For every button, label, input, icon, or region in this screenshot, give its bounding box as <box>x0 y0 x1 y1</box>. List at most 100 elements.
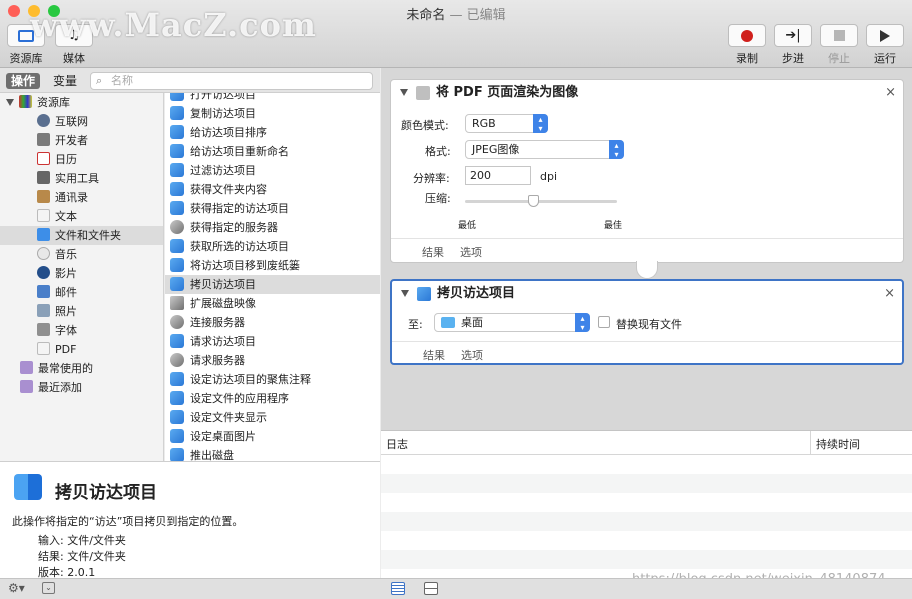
list-item[interactable]: 给访达项目排序 <box>165 123 380 142</box>
library-item-pdf[interactable]: PDF <box>0 340 163 359</box>
server-globe-icon <box>170 315 184 329</box>
list-item[interactable]: 复制访达项目 <box>165 104 380 123</box>
library-item-movies[interactable]: 影片 <box>0 264 163 283</box>
library-item-calendar[interactable]: 日历 <box>0 150 163 169</box>
options-toggle[interactable]: 选项 <box>461 347 483 363</box>
list-item[interactable]: 扩展磁盘映像 <box>165 294 380 313</box>
list-item[interactable]: 获取所选的访达项目 <box>165 237 380 256</box>
result-value: 文件/文件夹 <box>67 550 126 563</box>
list-item[interactable]: 请求服务器 <box>165 351 380 370</box>
tab-variables[interactable]: 变量 <box>48 73 82 89</box>
disk-image-icon <box>170 296 184 310</box>
mail-icon <box>37 285 50 298</box>
column-header-log[interactable]: 日志 <box>386 436 408 452</box>
close-icon[interactable]: × <box>885 80 896 105</box>
finder-icon <box>14 474 42 500</box>
library-tree: 资源库 互联网 开发者 日历 实用工具 通讯录 文本 文件和文件夹 音乐 影片 … <box>0 93 164 461</box>
action-label: 扩展磁盘映像 <box>190 297 256 310</box>
library-item-photos[interactable]: 照片 <box>0 302 163 321</box>
list-item[interactable]: 获得文件夹内容 <box>165 180 380 199</box>
action-label: 获得指定的访达项目 <box>190 202 289 215</box>
column-header-duration[interactable]: 持续时间 <box>816 436 860 452</box>
step-button[interactable]: ➔| 步进 <box>773 24 813 66</box>
finder-action-icon <box>170 239 184 253</box>
action-label: 设定文件夹显示 <box>190 411 267 424</box>
action-label: 设定文件的应用程序 <box>190 392 289 405</box>
description-pane: 拷贝访达项目 此操作将指定的“访达”项目拷贝到指定的位置。 输入: 文件/文件夹… <box>0 461 380 579</box>
library-item-utilities[interactable]: 实用工具 <box>0 169 163 188</box>
close-icon[interactable]: × <box>884 281 895 306</box>
list-item[interactable]: 将访达项目移到废纸篓 <box>165 256 380 275</box>
list-item[interactable]: 设定桌面图片 <box>165 427 380 446</box>
library-item-label: 字体 <box>55 324 77 337</box>
list-item[interactable]: 设定文件夹显示 <box>165 408 380 427</box>
calendar-icon <box>37 152 50 165</box>
results-toggle[interactable]: 结果 <box>422 244 444 260</box>
library-item-developer[interactable]: 开发者 <box>0 131 163 150</box>
split-view-icon[interactable] <box>424 582 438 595</box>
library-item-music[interactable]: 音乐 <box>0 245 163 264</box>
resolution-label: 分辨率: <box>413 172 450 185</box>
format-select[interactable]: JPEG图像 ▴ ▾ <box>465 140 624 159</box>
server-globe-icon <box>170 220 184 234</box>
format-label: 格式: <box>425 145 451 158</box>
library-item-label: 实用工具 <box>55 172 99 185</box>
hammer-icon <box>37 133 50 146</box>
smart-group-most-used[interactable]: 最常使用的 <box>0 359 163 378</box>
stop-button-label: 停止 <box>828 52 850 65</box>
tab-actions[interactable]: 操作 <box>6 73 41 89</box>
slider-knob[interactable] <box>528 195 539 207</box>
record-button[interactable]: 录制 <box>727 24 767 66</box>
library-item-text[interactable]: 文本 <box>0 207 163 226</box>
library-item-files-folders[interactable]: 文件和文件夹 <box>0 226 163 245</box>
compression-slider[interactable] <box>465 195 617 208</box>
replace-existing-checkbox[interactable] <box>598 316 610 328</box>
collapse-triangle-icon[interactable] <box>401 290 409 297</box>
list-view-icon[interactable] <box>391 582 405 595</box>
finder-icon <box>37 228 50 241</box>
finder-action-icon <box>170 144 184 158</box>
gear-icon[interactable]: ⚙▾ <box>8 581 25 595</box>
list-item[interactable]: 设定文件的应用程序 <box>165 389 380 408</box>
stop-button[interactable]: 停止 <box>819 24 859 66</box>
log-table: 日志 持续时间 <box>381 430 912 579</box>
action-label: 给访达项目排序 <box>190 126 267 139</box>
action-label: 请求访达项目 <box>190 335 256 348</box>
step-button-label: 步进 <box>782 52 804 65</box>
options-toggle[interactable]: 选项 <box>460 244 482 260</box>
list-item[interactable]: 获得指定的服务器 <box>165 218 380 237</box>
folder-icon <box>441 317 455 328</box>
list-item[interactable]: 请求访达项目 <box>165 332 380 351</box>
search-input[interactable]: ⌕ 名称 <box>90 72 373 90</box>
library-item-fonts[interactable]: 字体 <box>0 321 163 340</box>
pdf-document-icon <box>37 342 50 355</box>
action-label: 将访达项目移到废纸篓 <box>190 259 300 272</box>
color-mode-select[interactable]: RGB ▴ ▾ <box>465 114 548 133</box>
resolution-unit: dpi <box>540 170 558 183</box>
destination-select[interactable]: 桌面 ▴ ▾ <box>434 313 590 332</box>
collapse-triangle-icon[interactable] <box>400 89 408 96</box>
list-item[interactable]: 连接服务器 <box>165 313 380 332</box>
list-item[interactable]: 给访达项目重新命名 <box>165 142 380 161</box>
library-item-internet[interactable]: 互联网 <box>0 112 163 131</box>
list-item[interactable]: 打开访达项目 <box>165 93 380 104</box>
library-item-contacts[interactable]: 通讯录 <box>0 188 163 207</box>
smart-group-recently-added[interactable]: 最近添加 <box>0 378 163 397</box>
list-item[interactable]: 推出磁盘 <box>165 446 380 461</box>
contacts-icon <box>37 190 50 203</box>
list-item[interactable]: 过滤访达项目 <box>165 161 380 180</box>
font-book-icon <box>37 323 50 336</box>
library-item-mail[interactable]: 邮件 <box>0 283 163 302</box>
list-item[interactable]: 获得指定的访达项目 <box>165 199 380 218</box>
finder-action-icon <box>170 410 184 424</box>
record-icon <box>728 24 766 47</box>
connector-icon <box>636 261 658 279</box>
results-toggle[interactable]: 结果 <box>423 347 445 363</box>
library-root[interactable]: 资源库 <box>0 93 163 112</box>
workflow-area: 将 PDF 页面渲染为图像 × 颜色模式: RGB ▴ ▾ 格式: JPEG图像 ▴ ▾… <box>381 68 912 430</box>
list-item[interactable]: 设定访达项目的聚焦注释 <box>165 370 380 389</box>
list-item-selected[interactable]: 拷贝访达项目 <box>165 275 380 294</box>
resolution-field[interactable]: 200 <box>465 166 531 185</box>
run-button[interactable]: 运行 <box>865 24 905 66</box>
toggle-description-icon[interactable]: ⌄ <box>42 582 55 594</box>
